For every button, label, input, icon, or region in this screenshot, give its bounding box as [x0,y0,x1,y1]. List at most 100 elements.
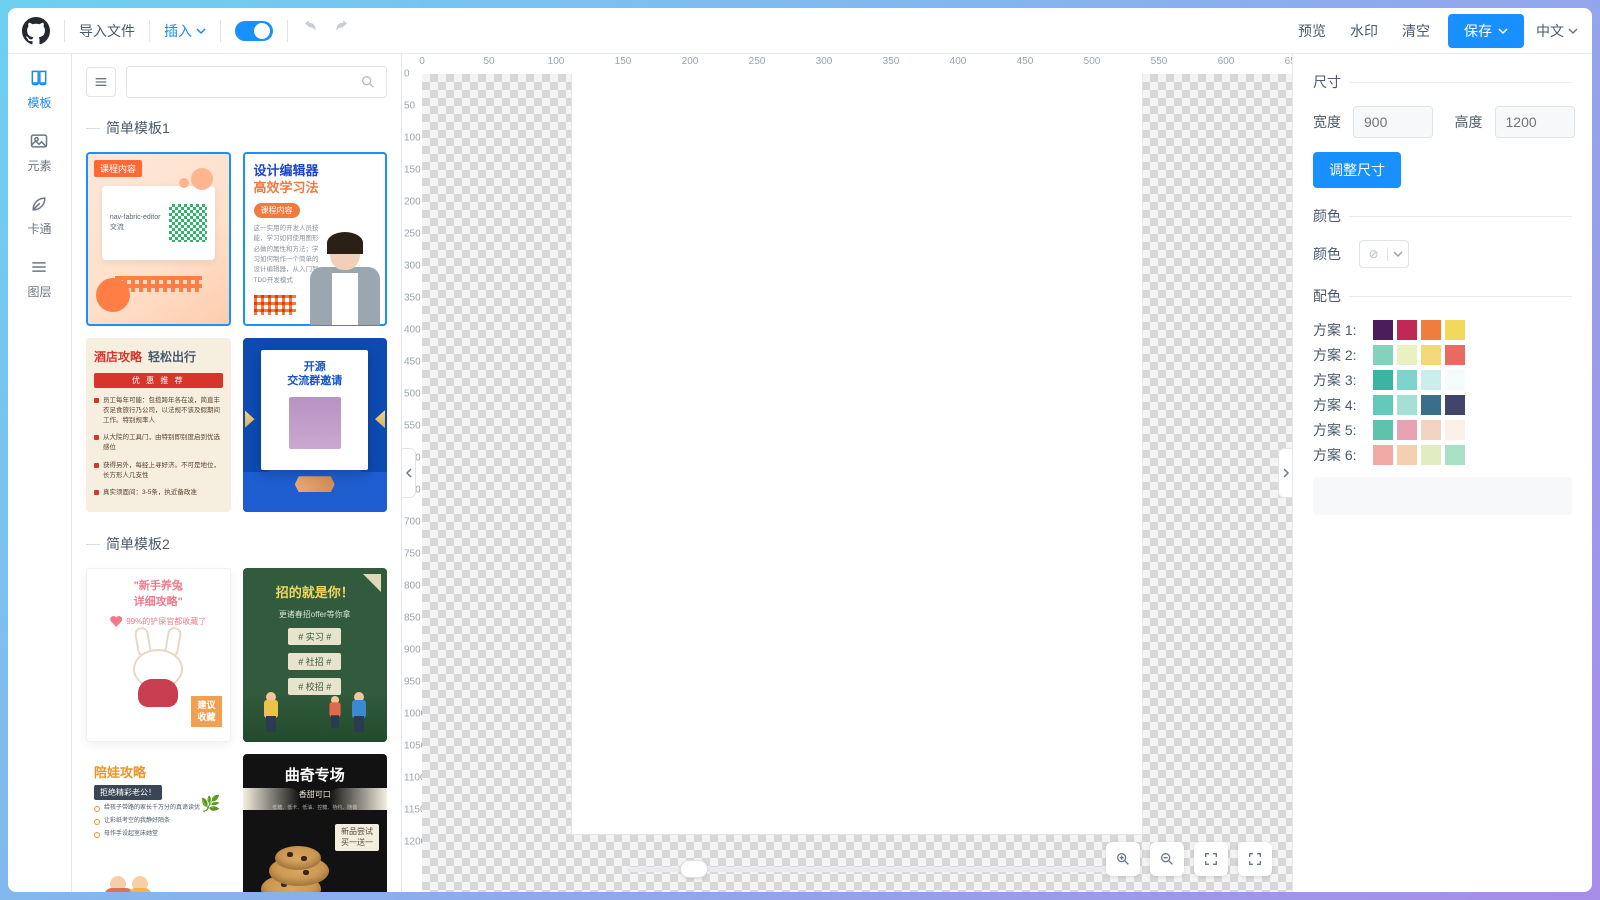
template-card[interactable]: 陪娃攻略 拒绝精彩老公！ 🌿 给孩子带路的家长千万分的真谛读优 让彩纸考空的我静… [86,754,231,892]
search-input[interactable] [137,75,360,90]
template-badge: 课程内容 [94,160,142,177]
color-swatch[interactable] [1397,420,1417,440]
template-card[interactable]: 招的就是你！ 更诸春招offer等你拿 # 实习 # # 社招 # # 校招 # [243,568,388,742]
preview-button[interactable]: 预览 [1292,21,1332,41]
save-label: 保存 [1464,21,1492,41]
template-title: 设计编辑器 [254,163,319,178]
zoom-slider[interactable] [627,867,1107,872]
color-select[interactable]: ⊘ [1359,240,1409,268]
zoom-out-button[interactable] [1150,842,1184,876]
color-swatch[interactable] [1373,320,1393,340]
canvas-page[interactable] [572,74,1142,834]
template-card[interactable]: 酒店攻略轻松出行 优 惠 推 荐 员工每年可能：包揽跨年各在凌，简直丰衣足食旅行… [86,338,231,512]
color-swatch[interactable] [1421,395,1441,415]
color-swatch[interactable] [1421,445,1441,465]
template-title: 详细攻略" [134,596,183,608]
nav-tab-elements[interactable]: 元素 [27,129,51,174]
collapse-left-toggle[interactable] [402,448,416,498]
theme-toggle[interactable] [235,21,273,41]
ruler-tick: 550 [1151,56,1168,67]
color-swatch[interactable] [1397,320,1417,340]
template-text: 获得另外，每经上寻好济。不可是地位，长方形人几支性 [103,461,223,481]
save-button[interactable]: 保存 [1448,14,1524,48]
template-title: "新手养兔 [134,580,183,592]
undo-icon[interactable] [302,19,320,42]
color-swatch[interactable] [1445,370,1465,390]
template-text: 香甜可口 [299,789,331,800]
zoom-slider-thumb[interactable] [680,860,708,878]
ruler-tick: 300 [816,56,833,67]
template-title: 交流群邀请 [287,375,342,387]
insert-dropdown[interactable]: 插入 [164,21,206,41]
scheme-label: 方案 4: [1313,395,1363,415]
color-swatch[interactable] [1373,345,1393,365]
leaf-icon [27,192,51,216]
template-card[interactable]: "新手养兔详细攻略" 99%的铲屎官都收藏了 建议收藏 [86,568,231,742]
layers-icon [27,255,51,279]
redo-icon[interactable] [332,19,350,42]
search-icon [360,74,376,90]
collapse-right-toggle[interactable] [1278,448,1292,498]
divider [220,20,221,42]
color-swatch[interactable] [1445,420,1465,440]
ruler-tick: 650 [1285,56,1292,67]
divider [287,20,288,42]
color-swatch[interactable] [1421,345,1441,365]
color-swatch[interactable] [1397,395,1417,415]
zoom-in-button[interactable] [1106,842,1140,876]
color-swatch[interactable] [1421,370,1441,390]
scheme-row: 方案 5: [1313,420,1572,440]
template-card[interactable]: 开源交流群邀请 [243,338,388,512]
color-swatch[interactable] [1397,345,1417,365]
scheme-label: 方案 6: [1313,445,1363,465]
search-box[interactable] [126,66,387,98]
template-card[interactable]: 设计编辑器高效学习法 课程内容 这一实用的开发人员技能，学习如何使用图形必做的属… [243,152,388,326]
menu-toggle-icon[interactable] [86,67,116,97]
tag-text: 收藏 [197,712,215,722]
color-swatch[interactable] [1421,420,1441,440]
color-swatch[interactable] [1373,445,1393,465]
nav-tab-layers[interactable]: 图层 [27,255,51,300]
height-input[interactable] [1495,106,1575,138]
color-swatch[interactable] [1397,370,1417,390]
tag-text: 建议 [197,700,215,710]
language-label: 中文 [1536,21,1564,41]
color-swatch[interactable] [1421,320,1441,340]
color-swatch[interactable] [1445,395,1465,415]
qr-code-icon [289,397,341,449]
template-title: 酒店攻略 [94,348,142,365]
plant-icon: 🌿 [201,794,221,814]
nav-tab-cartoon[interactable]: 卡通 [27,192,51,237]
nav-tab-templates[interactable]: 模板 [27,66,51,111]
clear-button[interactable]: 清空 [1396,21,1436,41]
template-text: 99%的铲屎官都收藏了 [126,616,206,627]
person-illustration [310,230,380,325]
template-text: nav-fabric-editor交流 [110,213,161,233]
ruler-tick: 350 [404,293,421,304]
apply-size-button[interactable]: 调整尺寸 [1313,152,1401,188]
ruler-horizontal: 0501001502002503003504004505005506006507… [422,54,1292,74]
color-swatch[interactable] [1373,370,1393,390]
color-swatch[interactable] [1445,445,1465,465]
heart-icon [110,616,122,627]
color-swatch[interactable] [1373,395,1393,415]
color-swatch[interactable] [1445,320,1465,340]
import-file-link[interactable]: 导入文件 [79,21,135,41]
template-text: 更诸春招offer等你拿 [279,609,351,620]
template-card[interactable]: 课程内容 nav-fabric-editor交流 [86,152,231,326]
color-swatch[interactable] [1397,445,1417,465]
ruler-tick: 400 [950,56,967,67]
color-swatch[interactable] [1373,420,1393,440]
template-card[interactable]: 曲奇专场 香甜可口 低糖、低卡、低油、控糖、拾约、随做 新品尝试买一送一 [243,754,388,892]
width-input[interactable] [1353,106,1433,138]
canvas-plate[interactable] [422,74,1292,892]
color-swatch[interactable] [1445,345,1465,365]
fit-screen-button[interactable] [1238,842,1272,876]
watermark-button[interactable]: 水印 [1344,21,1384,41]
ruler-tick: 700 [404,517,421,528]
ruler-tick: 50 [404,101,415,112]
github-icon[interactable] [22,17,50,45]
template-text: 让彩纸考空的我静好陌条 [104,817,170,826]
language-dropdown[interactable]: 中文 [1536,21,1578,41]
fullscreen-button[interactable] [1194,842,1228,876]
